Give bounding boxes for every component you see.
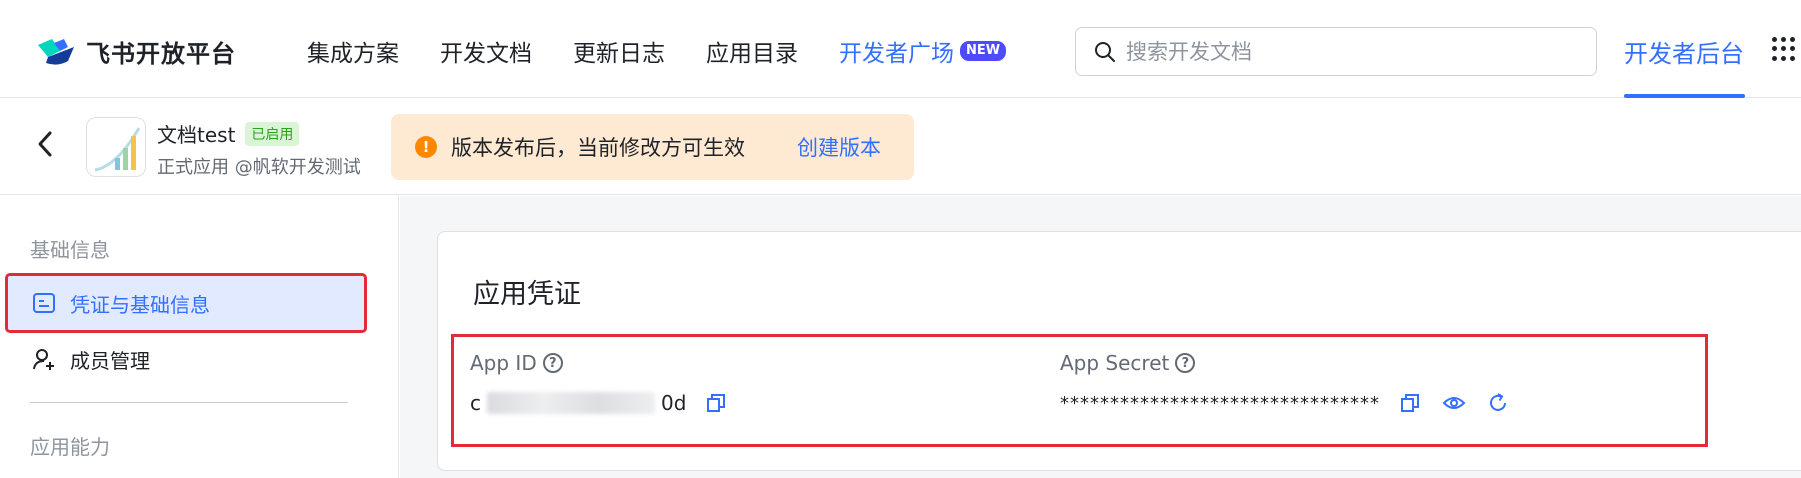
top-navigation: 飞书开放平台 集成方案 开发文档 更新日志 应用目录 开发者广场 NEW 开发者… [0,0,1801,98]
developer-console-link[interactable]: 开发者后台 [1624,34,1744,69]
eye-icon[interactable] [1442,391,1466,415]
publish-notice: ! 版本发布后，当前修改方可生效 创建版本 [391,114,914,180]
app-secret-label-text: App Secret [1060,351,1170,375]
create-version-link[interactable]: 创建版本 [797,132,881,162]
search-box[interactable] [1075,27,1597,76]
nav-link-solutions[interactable]: 集成方案 [307,34,399,68]
card-title: 应用凭证 [473,279,581,310]
sidebar-section-basic-info: 基础信息 [30,238,110,262]
credentials-highlight: App ID ? c 0d App Secret ? *************… [451,334,1708,447]
app-id-value: c 0d [470,391,728,415]
brand-logo[interactable]: 飞书开放平台 [34,34,236,69]
warning-icon: ! [415,136,437,158]
nav-link-docs[interactable]: 开发文档 [440,34,532,68]
nav-link-app-directory[interactable]: 应用目录 [706,34,798,68]
add-user-icon [33,349,54,370]
notice-text: 版本发布后，当前修改方可生效 [451,136,745,160]
masked-secret: ******************************** [1060,392,1380,414]
sidebar-item-members[interactable]: 成员管理 [8,332,364,386]
copy-icon[interactable] [704,391,728,415]
back-arrow-icon[interactable] [36,129,54,167]
credentials-card: 应用凭证 App ID ? c 0d App Secret ? ********… [437,231,1801,471]
app-title: 文档test 已启用 [157,119,300,148]
app-subtitle: 正式应用 @帆软开发测试 [157,157,361,178]
feishu-logo-icon [38,38,74,65]
help-icon[interactable]: ? [1175,353,1196,373]
sidebar-item-label: 凭证与基础信息 [70,292,210,317]
copy-icon[interactable] [1398,391,1422,415]
app-header: 文档test 已启用 正式应用 @帆软开发测试 ! 版本发布后，当前修改方可生效… [0,99,1801,195]
app-id-prefix: c [470,391,481,415]
app-id-label: App ID ? [470,351,563,375]
main-content: 应用凭证 App ID ? c 0d App Secret ? ********… [400,196,1801,478]
dev-square-label: 开发者广场 [839,41,954,67]
app-secret-label: App Secret ? [1060,351,1196,375]
status-badge: 已启用 [245,121,300,146]
brand-name: 飞书开放平台 [86,40,236,68]
refresh-icon[interactable] [1486,391,1510,415]
credential-icon [33,293,55,313]
app-icon [86,117,146,177]
redacted-blur [487,392,655,414]
app-secret-value: ******************************** [1060,391,1510,415]
app-name: 文档test [157,123,236,147]
app-id-label-text: App ID [470,351,537,375]
new-badge: NEW [960,41,1007,61]
sidebar-divider [30,402,348,403]
help-icon[interactable]: ? [542,353,563,373]
nav-link-dev-square[interactable]: 开发者广场 NEW [839,34,1007,68]
sidebar-item-label: 成员管理 [70,348,150,373]
search-icon [1095,41,1115,62]
app-id-suffix: 0d [661,391,687,415]
sidebar-item-credentials[interactable]: 凭证与基础信息 [5,273,367,333]
sidebar: 基础信息 凭证与基础信息 成员管理 应用能力 [0,196,399,478]
sidebar-section-capabilities: 应用能力 [30,435,110,459]
nav-link-changelog[interactable]: 更新日志 [573,34,665,68]
nav-links: 集成方案 开发文档 更新日志 应用目录 开发者广场 NEW [307,34,1007,68]
active-tab-indicator [1624,94,1745,98]
search-input[interactable] [1126,39,1566,64]
apps-grid-icon[interactable] [1772,37,1796,61]
